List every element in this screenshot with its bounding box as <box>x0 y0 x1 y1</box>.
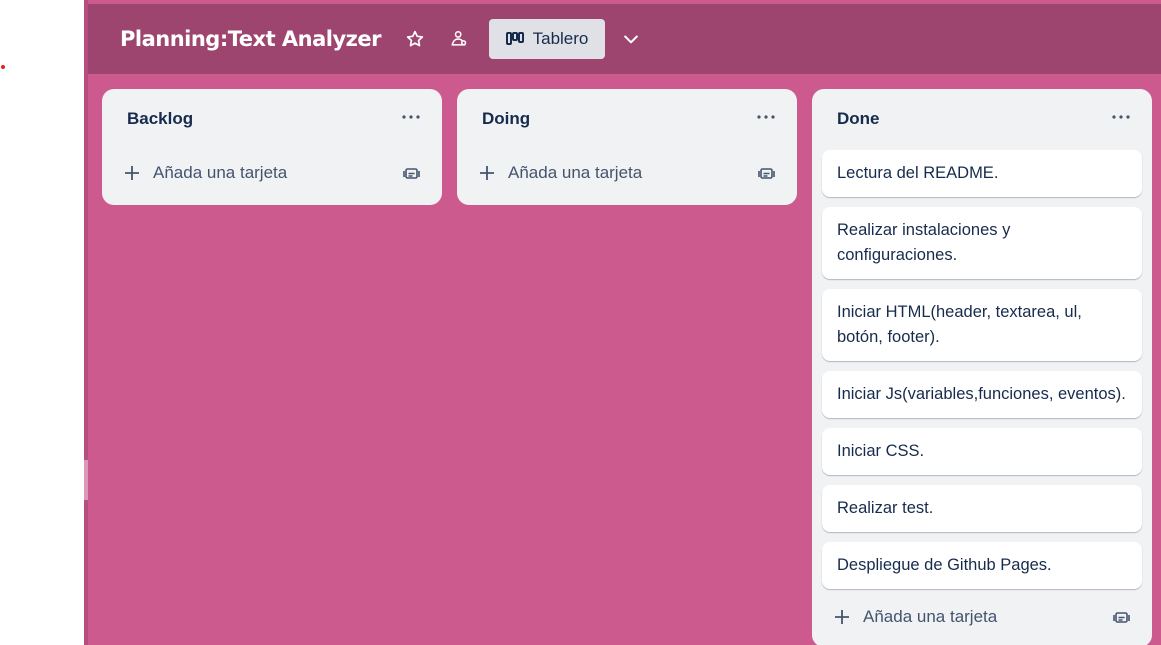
card[interactable]: Iniciar CSS. <box>822 428 1142 475</box>
red-dot-marker <box>1 65 5 69</box>
star-board-button[interactable] <box>399 23 431 55</box>
card-template-icon[interactable] <box>402 164 420 182</box>
board-view-label: Tablero <box>532 29 589 48</box>
add-card-label: Añada una tarjeta <box>863 607 998 626</box>
more-icon <box>757 115 775 119</box>
card[interactable]: Iniciar HTML(header, textarea, ul, botón… <box>822 289 1142 361</box>
card[interactable]: Realizar instalaciones y configuraciones… <box>822 207 1142 279</box>
list-menu-button[interactable] <box>1110 106 1132 128</box>
card-template-icon[interactable] <box>757 164 775 182</box>
visibility-button[interactable] <box>443 23 475 55</box>
list-title[interactable]: Done <box>837 109 880 129</box>
more-icon <box>1112 115 1130 119</box>
board-header: Planning:Text Analyzer Tablero <box>88 4 1161 74</box>
list-backlog: Backlog Añada una tarjeta <box>102 89 442 205</box>
list-menu-button[interactable] <box>400 106 422 128</box>
card-template-icon[interactable] <box>1112 608 1130 626</box>
view-switcher-button[interactable] <box>617 23 645 55</box>
add-card-label: Añada una tarjeta <box>153 163 288 182</box>
board-edge-mark <box>84 460 88 500</box>
board-left-edge <box>84 0 88 645</box>
card[interactable]: Despliegue de Github Pages. <box>822 542 1142 589</box>
list-title[interactable]: Doing <box>482 109 530 129</box>
plus-icon <box>124 165 140 181</box>
card-list: Lectura del README. Realizar instalacion… <box>812 150 1152 589</box>
list-done: Done Lectura del README. Realizar instal… <box>812 89 1152 645</box>
list-header: Doing <box>457 89 797 151</box>
add-card-label: Añada una tarjeta <box>508 163 643 182</box>
plus-icon <box>834 609 850 625</box>
list-menu-button[interactable] <box>755 106 777 128</box>
list-doing: Doing Añada una tarjeta <box>457 89 797 205</box>
add-card-button[interactable]: Añada una tarjeta <box>812 595 1152 639</box>
plus-icon <box>479 165 495 181</box>
board-canvas: Planning:Text Analyzer Tablero Backlog A… <box>84 0 1161 645</box>
star-icon <box>406 30 424 47</box>
list-title[interactable]: Backlog <box>127 109 193 129</box>
list-header: Done <box>812 89 1152 151</box>
add-card-button[interactable]: Añada una tarjeta <box>102 151 442 195</box>
list-header: Backlog <box>102 89 442 151</box>
card[interactable]: Lectura del README. <box>822 150 1142 197</box>
board-view-icon <box>505 32 524 45</box>
more-icon <box>402 115 420 119</box>
board-title[interactable]: Planning:Text Analyzer <box>120 27 382 51</box>
card[interactable]: Iniciar Js(variables,funciones, eventos)… <box>822 371 1142 418</box>
add-card-button[interactable]: Añada una tarjeta <box>457 151 797 195</box>
chevron-down-icon <box>624 35 638 44</box>
visibility-icon <box>451 30 467 46</box>
board-view-button[interactable]: Tablero <box>489 19 605 59</box>
card[interactable]: Realizar test. <box>822 485 1142 532</box>
